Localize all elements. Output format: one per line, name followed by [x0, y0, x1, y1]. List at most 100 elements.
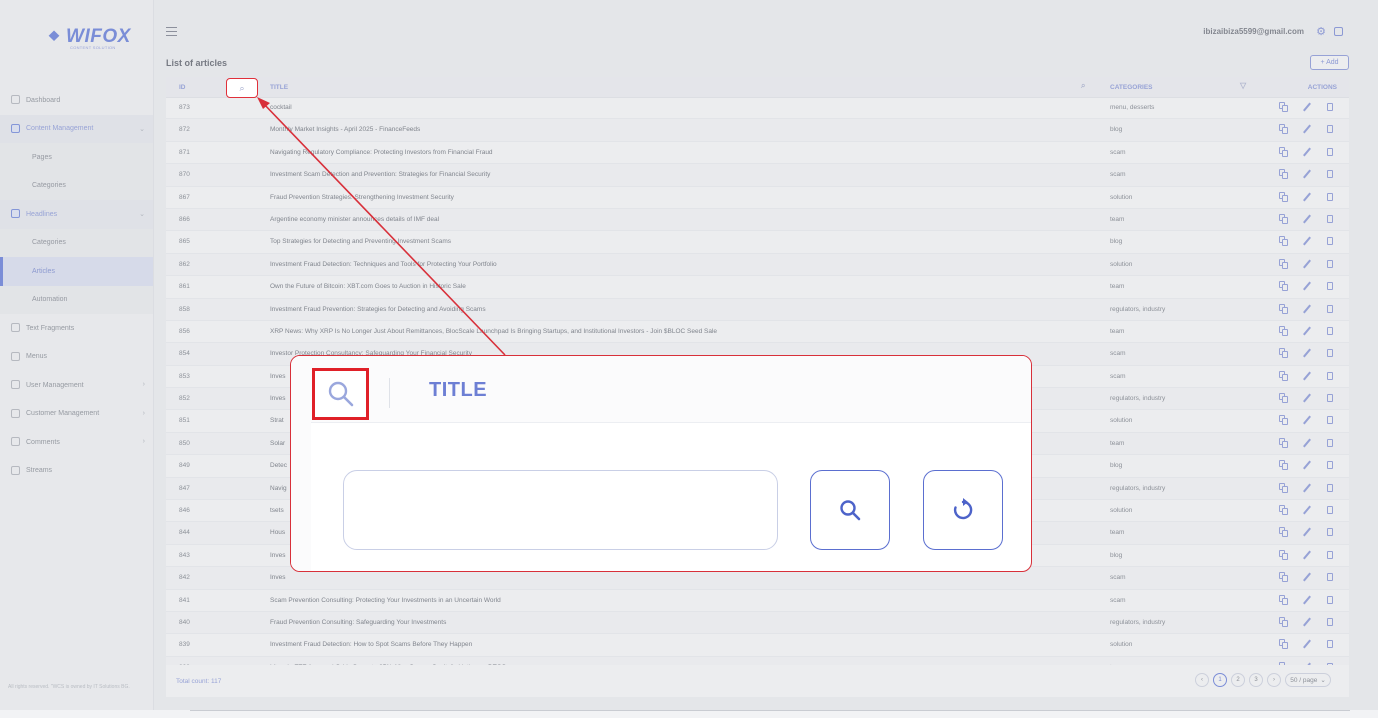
add-article-button[interactable]: + Add — [1310, 55, 1349, 70]
delete-icon[interactable] — [1325, 572, 1335, 582]
edit-icon[interactable] — [1302, 393, 1312, 403]
table-row[interactable]: 861 Own the Future of Bitcoin: XBT.com Go… — [166, 276, 1349, 299]
copy-icon[interactable] — [1279, 527, 1289, 538]
delete-icon[interactable] — [1325, 393, 1335, 403]
edit-icon[interactable] — [1302, 460, 1312, 470]
copy-icon[interactable] — [1279, 594, 1289, 605]
copy-icon[interactable] — [1279, 505, 1289, 516]
delete-icon[interactable] — [1325, 259, 1335, 269]
edit-icon[interactable] — [1302, 326, 1312, 336]
edit-icon[interactable] — [1302, 662, 1312, 665]
copy-icon[interactable] — [1279, 348, 1289, 359]
copy-icon[interactable] — [1279, 482, 1289, 493]
next-page-button[interactable]: › — [1267, 673, 1281, 687]
delete-icon[interactable] — [1325, 617, 1335, 627]
copy-icon[interactable] — [1279, 258, 1289, 269]
sidebar-item-automation[interactable]: Automation — [0, 285, 153, 314]
page-1-button[interactable]: 1 — [1213, 673, 1227, 687]
delete-icon[interactable] — [1325, 147, 1335, 157]
delete-icon[interactable] — [1325, 527, 1335, 537]
sidebar-item-pages[interactable]: Pages — [0, 143, 153, 172]
table-row[interactable]: 873 cocktail menu, desserts — [166, 97, 1349, 120]
copy-icon[interactable] — [1279, 370, 1289, 381]
delete-icon[interactable] — [1325, 483, 1335, 493]
edit-icon[interactable] — [1302, 281, 1312, 291]
edit-icon[interactable] — [1302, 147, 1312, 157]
sidebar-item-categories[interactable]: Categories — [0, 171, 153, 200]
edit-icon[interactable] — [1302, 415, 1312, 425]
table-row[interactable]: 841 Scam Prevention Consulting: Protectin… — [166, 590, 1349, 612]
page-3-button[interactable]: 3 — [1249, 673, 1263, 687]
delete-icon[interactable] — [1325, 639, 1335, 649]
logout-icon[interactable] — [1334, 27, 1343, 36]
table-row[interactable]: 839 Investment Fraud Detection: How to Sp… — [166, 634, 1349, 657]
delete-icon[interactable] — [1325, 595, 1335, 605]
copy-icon[interactable] — [1279, 639, 1289, 650]
table-row[interactable]: 867 Fraud Prevention Strategies: Strength… — [166, 187, 1349, 209]
sidebar-item-headlines[interactable]: Headlines ⌄ — [0, 200, 153, 229]
copy-icon[interactable] — [1279, 169, 1289, 180]
table-row[interactable]: 866 Argentine economy minister announces … — [166, 208, 1349, 232]
edit-icon[interactable] — [1302, 550, 1312, 560]
copy-icon[interactable] — [1279, 213, 1289, 224]
sidebar-item-content-management[interactable]: Content Management ⌄ — [0, 114, 153, 143]
delete-icon[interactable] — [1325, 124, 1335, 134]
edit-icon[interactable] — [1302, 505, 1312, 515]
column-header-categories[interactable]: CATEGORIES — [1110, 84, 1153, 91]
settings-gear-icon[interactable]: ⚙ — [1316, 25, 1326, 38]
sidebar-item-articles[interactable]: Articles — [0, 257, 153, 286]
table-row[interactable]: 858 Investment Fraud Prevention: Strategi… — [166, 298, 1349, 321]
edit-icon[interactable] — [1302, 617, 1312, 627]
edit-icon[interactable] — [1302, 572, 1312, 582]
id-column-search-highlight[interactable]: ⌕ — [226, 78, 258, 98]
delete-icon[interactable] — [1325, 236, 1335, 246]
search-submit-button[interactable] — [810, 470, 890, 550]
edit-icon[interactable] — [1302, 438, 1312, 448]
sidebar-item-customer-management[interactable]: Customer Management › — [0, 400, 153, 429]
edit-icon[interactable] — [1302, 483, 1312, 493]
id-search-input[interactable] — [343, 470, 778, 550]
prev-page-button[interactable]: ‹ — [1195, 673, 1209, 687]
table-row[interactable]: 856 XRP News: Why XRP Is No Longer Just A… — [166, 321, 1349, 344]
delete-icon[interactable] — [1325, 348, 1335, 358]
edit-icon[interactable] — [1302, 124, 1312, 134]
column-header-id[interactable]: ID — [179, 84, 186, 91]
copy-icon[interactable] — [1279, 437, 1289, 448]
table-row[interactable]: 872 Monthly Market Insights - April 2025 … — [166, 119, 1349, 142]
edit-icon[interactable] — [1302, 527, 1312, 537]
delete-icon[interactable] — [1325, 415, 1335, 425]
copy-icon[interactable] — [1279, 236, 1289, 247]
copy-icon[interactable] — [1279, 281, 1289, 292]
edit-icon[interactable] — [1302, 169, 1312, 179]
brand-logo[interactable]: ⯁ WIFOX CONTENT SOLUTION — [48, 22, 131, 52]
sidebar-item-user-management[interactable]: User Management › — [0, 371, 153, 400]
edit-icon[interactable] — [1302, 595, 1312, 605]
table-row[interactable]: 838 Litecoin ETF Approval Odds Surge to 8… — [166, 656, 1349, 665]
copy-icon[interactable] — [1279, 124, 1289, 135]
table-row[interactable]: 870 Investment Scam Detection and Prevent… — [166, 164, 1349, 187]
edit-icon[interactable] — [1302, 102, 1312, 112]
table-row[interactable]: 840 Fraud Prevention Consulting: Safeguar… — [166, 611, 1349, 635]
delete-icon[interactable] — [1325, 371, 1335, 381]
sidebar-item-categories[interactable]: Categories — [0, 228, 153, 257]
edit-icon[interactable] — [1302, 348, 1312, 358]
copy-icon[interactable] — [1279, 572, 1289, 583]
column-header-title[interactable]: TITLE — [270, 84, 288, 91]
title-search-icon[interactable]: ⌕ — [1081, 81, 1085, 91]
copy-icon[interactable] — [1279, 549, 1289, 560]
delete-icon[interactable] — [1325, 304, 1335, 314]
copy-icon[interactable] — [1279, 303, 1289, 314]
copy-icon[interactable] — [1279, 415, 1289, 426]
sidebar-item-streams[interactable]: Streams — [0, 457, 153, 486]
edit-icon[interactable] — [1302, 259, 1312, 269]
delete-icon[interactable] — [1325, 438, 1335, 448]
copy-icon[interactable] — [1279, 191, 1289, 202]
copy-icon[interactable] — [1279, 460, 1289, 471]
sidebar-item-comments[interactable]: Comments › — [0, 428, 153, 457]
delete-icon[interactable] — [1325, 326, 1335, 336]
delete-icon[interactable] — [1325, 214, 1335, 224]
edit-icon[interactable] — [1302, 304, 1312, 314]
delete-icon[interactable] — [1325, 505, 1335, 515]
sidebar-item-text-fragments[interactable]: Text Fragments — [0, 314, 153, 343]
delete-icon[interactable] — [1325, 169, 1335, 179]
